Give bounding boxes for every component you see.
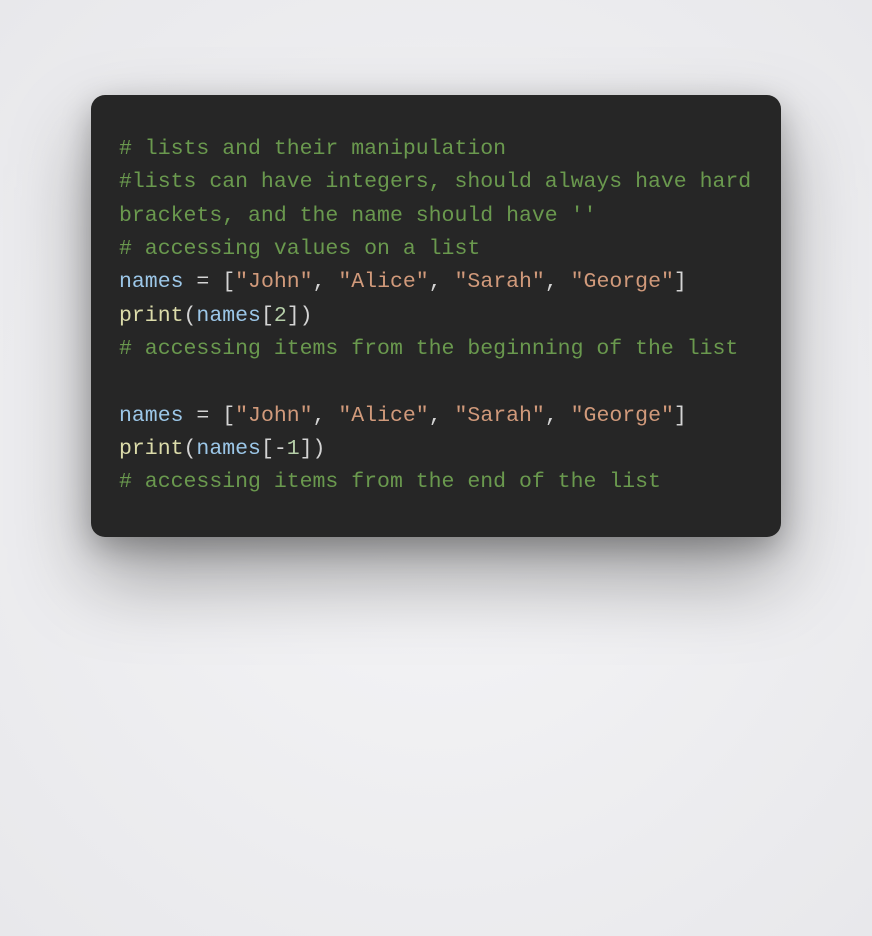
code-token: = (184, 270, 223, 294)
code-token: "Alice" (338, 270, 428, 294)
code-token: , (545, 404, 571, 428)
code-token: #lists can have integers, should always … (119, 170, 764, 227)
code-token: # lists and their manipulation (119, 137, 506, 161)
code-token: [ (261, 304, 274, 328)
code-token: names (119, 404, 184, 428)
code-token: names (196, 304, 261, 328)
code-token: "Sarah" (455, 404, 545, 428)
code-token: , (429, 404, 455, 428)
code-token: ] (674, 404, 687, 428)
code-token: print (119, 304, 184, 328)
code-token: "George" (571, 404, 674, 428)
code-token: # accessing values on a list (119, 237, 480, 261)
code-token: names (119, 270, 184, 294)
code-token: "Sarah" (455, 270, 545, 294)
code-token: ( (184, 304, 197, 328)
code-token: print (119, 437, 184, 461)
code-token: [ (222, 404, 235, 428)
code-token: , (545, 270, 571, 294)
code-token: "Alice" (338, 404, 428, 428)
code-token: "John" (235, 404, 312, 428)
code-token: [ (222, 270, 235, 294)
code-token: # accessing items from the beginning of … (119, 337, 738, 361)
code-token: ( (184, 437, 197, 461)
code-token: , (313, 270, 339, 294)
code-token: [- (261, 437, 287, 461)
code-token: 2 (274, 304, 287, 328)
code-token: ]) (300, 437, 326, 461)
code-token: 1 (287, 437, 300, 461)
code-token: ]) (287, 304, 313, 328)
code-token: , (313, 404, 339, 428)
code-token: ] (674, 270, 687, 294)
code-snippet-card: # lists and their manipulation #lists ca… (91, 95, 781, 537)
code-token: , (429, 270, 455, 294)
code-token: = (184, 404, 223, 428)
code-token: # accessing items from the end of the li… (119, 470, 661, 494)
code-token: names (196, 437, 261, 461)
code-block[interactable]: # lists and their manipulation #lists ca… (119, 133, 753, 499)
code-token: "George" (571, 270, 674, 294)
code-token: "John" (235, 270, 312, 294)
